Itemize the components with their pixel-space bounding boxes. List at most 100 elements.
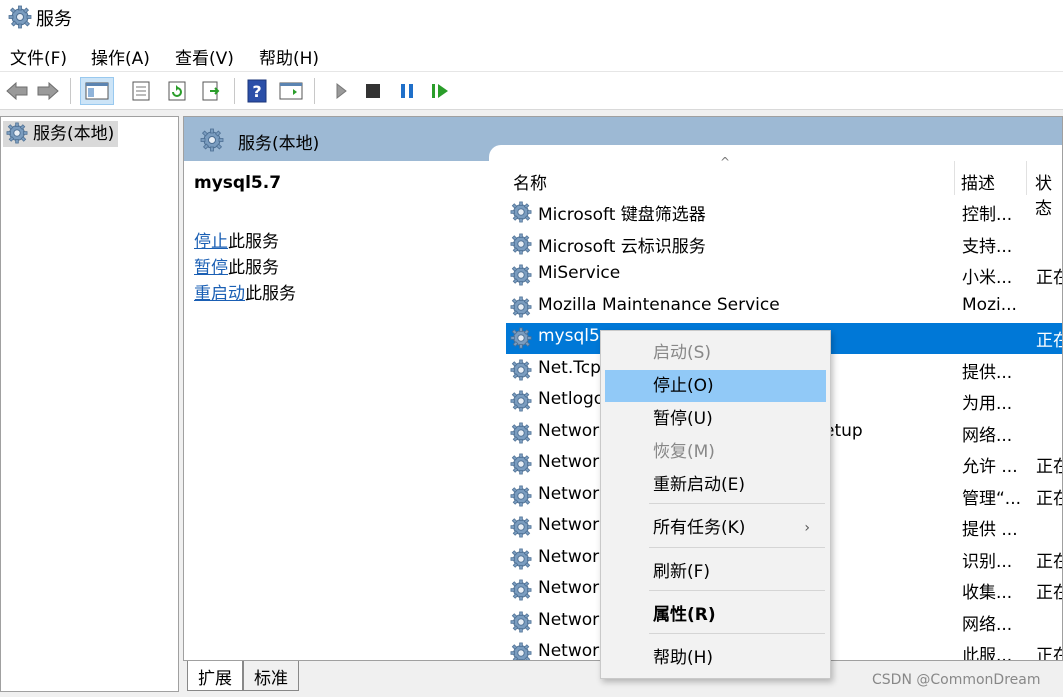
restart-service-link[interactable]: 重启动 <box>194 284 245 304</box>
service-name: mysql5. <box>538 326 606 346</box>
service-description: 控制... <box>962 205 1013 225</box>
service-status: 正在 <box>1036 331 1062 351</box>
context-menu-item-label: 帮助(H) <box>653 648 714 668</box>
service-gear-icon <box>510 264 532 286</box>
stop-service-link[interactable]: 停止 <box>194 232 228 252</box>
pause-icon[interactable] <box>392 77 422 105</box>
action-suffix: 此服务 <box>228 232 279 252</box>
service-name: Networ <box>538 641 600 661</box>
restart-icon[interactable] <box>426 77 456 105</box>
start-icon[interactable] <box>326 77 356 105</box>
menu-help[interactable]: 帮助(H) <box>259 44 319 69</box>
service-description: Mozi... <box>962 294 1017 315</box>
menu-separator <box>649 590 825 591</box>
action-pause: 暂停此服务 <box>194 253 279 278</box>
context-menu-item[interactable]: 刷新(F) <box>605 556 826 588</box>
tree-item-label: 服务(本地) <box>33 124 115 144</box>
context-menu-item[interactable]: 所有任务(K) › <box>605 512 826 544</box>
service-name: Networ <box>538 515 600 535</box>
tab-standard[interactable]: 标准 <box>243 661 299 691</box>
services-gear-icon <box>6 122 28 144</box>
context-menu-item-label: 恢复(M) <box>653 442 715 462</box>
services-gear-icon <box>8 5 32 29</box>
service-description: 允许 ... <box>962 457 1018 477</box>
service-name: Networ <box>538 420 600 441</box>
service-gear-icon <box>510 296 532 318</box>
service-description: 管理“... <box>962 488 1022 509</box>
context-menu-item[interactable]: 属性(R) <box>605 599 826 631</box>
service-name: Networ <box>538 609 600 630</box>
services-gear-icon <box>200 128 224 152</box>
service-status: 正在 <box>1036 268 1062 288</box>
service-status: 正在 <box>1036 646 1062 661</box>
context-menu-item: 启动(S) <box>605 337 826 369</box>
context-menu-item[interactable]: 停止(O) <box>605 370 826 402</box>
service-name: MiService <box>538 263 621 283</box>
service-description: 提供 ... <box>962 520 1018 540</box>
help-icon[interactable]: ? <box>242 77 272 105</box>
forward-icon[interactable] <box>33 77 63 105</box>
service-status: 正在 <box>1036 583 1062 603</box>
properties-icon[interactable] <box>126 77 156 105</box>
context-menu-item-label: 属性(R) <box>653 605 716 625</box>
service-status: 正在 <box>1036 488 1062 509</box>
service-name: Networ <box>538 452 600 472</box>
service-description: 小米... <box>962 268 1013 288</box>
column-header-name[interactable]: 名称 <box>513 169 547 194</box>
svg-text:?: ? <box>252 82 261 101</box>
service-gear-icon <box>510 201 532 223</box>
show-tree-icon[interactable] <box>80 77 114 105</box>
service-name: Networ <box>538 578 600 598</box>
pause-service-link[interactable]: 暂停 <box>194 258 228 278</box>
context-menu-item[interactable]: 帮助(H) <box>605 642 826 674</box>
context-menu-item[interactable]: 暂停(U) <box>605 403 826 435</box>
menu-view[interactable]: 查看(V) <box>175 44 234 69</box>
tab-extended[interactable]: 扩展 <box>187 661 243 691</box>
menu-file[interactable]: 文件(F) <box>10 44 67 69</box>
service-name: Networ <box>538 483 600 504</box>
column-header-description[interactable]: 描述 <box>961 169 995 194</box>
action-suffix: 此服务 <box>245 284 296 304</box>
service-description: 支持... <box>962 236 1013 257</box>
service-row[interactable]: Mozilla Maintenance Service Mozi... <box>506 292 1062 323</box>
service-row[interactable]: Microsoft 键盘筛选器 控制... <box>506 197 1062 228</box>
service-description: 网络... <box>962 614 1013 635</box>
service-gear-icon <box>510 485 532 507</box>
service-gear-icon <box>510 422 532 444</box>
service-name: Net.Tcp <box>538 357 601 378</box>
refresh-icon[interactable] <box>162 77 192 105</box>
tree-item-services-local[interactable]: 服务(本地) <box>3 121 119 147</box>
context-menu-item-label: 暂停(U) <box>653 409 713 429</box>
service-gear-icon <box>510 233 532 255</box>
stop-icon[interactable] <box>358 77 388 105</box>
back-icon[interactable] <box>2 77 32 105</box>
title-bar: 服务 <box>0 0 1063 38</box>
service-description: 识别... <box>962 551 1013 572</box>
console-tree: 服务(本地) <box>0 116 179 692</box>
service-status: 正在 <box>1036 551 1062 572</box>
service-description: 为用... <box>962 394 1013 414</box>
service-gear-icon <box>510 579 532 601</box>
service-name: Netlogo <box>538 389 605 409</box>
context-menu-item-label: 所有任务(K) <box>653 518 746 538</box>
watermark: CSDN @CommonDream <box>872 672 1041 688</box>
service-gear-icon <box>510 548 532 570</box>
service-name: Microsoft 云标识服务 <box>538 236 706 257</box>
service-row[interactable]: MiService 小米... 正在 <box>506 260 1062 291</box>
service-name: Mozilla Maintenance Service <box>538 294 780 315</box>
menu-action[interactable]: 操作(A) <box>91 44 150 69</box>
window-title: 服务 <box>36 9 72 30</box>
context-menu-item[interactable]: 重新启动(E) <box>605 469 826 501</box>
service-name: Networ <box>538 546 600 567</box>
service-gear-icon <box>510 390 532 412</box>
export-icon[interactable] <box>196 77 226 105</box>
service-status: 正在 <box>1036 457 1062 477</box>
service-description: 网络... <box>962 425 1013 446</box>
service-row[interactable]: Microsoft 云标识服务 支持... <box>506 229 1062 260</box>
context-menu-item-label: 刷新(F) <box>653 562 711 582</box>
context-menu-item: 恢复(M) <box>605 436 826 468</box>
submenu-arrow-icon: › <box>804 520 810 536</box>
console-icon[interactable] <box>276 77 306 105</box>
menu-separator <box>649 503 825 504</box>
service-gear-icon <box>510 453 532 475</box>
